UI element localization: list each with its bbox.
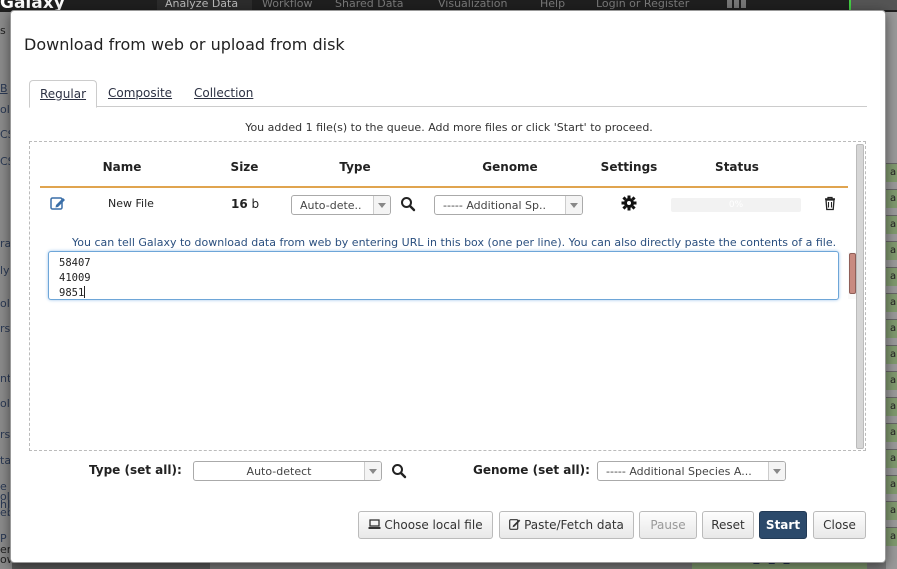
file-size-unit: b bbox=[251, 197, 260, 211]
history-item-label: a bbox=[890, 401, 897, 412]
history-item-label: a bbox=[890, 297, 897, 308]
type-set-all-select[interactable]: Auto-detect bbox=[193, 461, 382, 481]
type-set-all-value: Auto-detect bbox=[246, 465, 312, 478]
column-header-genome: Genome bbox=[482, 160, 538, 174]
history-item[interactable]: a bbox=[886, 449, 897, 468]
file-genome-select[interactable]: ----- Additional Sp.. bbox=[434, 195, 583, 215]
edit-icon[interactable] bbox=[50, 196, 66, 210]
history-item-label: a bbox=[890, 193, 897, 204]
laptop-icon bbox=[368, 519, 381, 529]
history-item-label: a bbox=[890, 453, 897, 464]
paste-line: 41009 bbox=[59, 272, 91, 284]
paste-fetch-data-label: Paste/Fetch data bbox=[524, 518, 624, 532]
history-item[interactable]: a bbox=[886, 423, 897, 442]
upload-dialog: Download from web or upload from disk Re… bbox=[10, 10, 886, 563]
history-item[interactable]: a bbox=[886, 527, 897, 546]
history-item[interactable]: a bbox=[886, 397, 897, 416]
file-size: 16 b bbox=[231, 197, 259, 211]
tab-composite[interactable]: Composite bbox=[98, 80, 182, 107]
history-item-label: a bbox=[890, 167, 897, 178]
genome-set-all-value: ----- Additional Species A... bbox=[606, 465, 752, 478]
edit-icon bbox=[509, 519, 521, 530]
chevron-down-icon bbox=[565, 196, 582, 214]
history-item[interactable]: a bbox=[886, 319, 897, 338]
upload-tabs: Regular Composite Collection bbox=[29, 80, 867, 108]
tool-panel-fragment[interactable]: ol bbox=[0, 103, 10, 116]
genome-set-all-label: Genome (set all): bbox=[473, 463, 590, 477]
trash-icon[interactable] bbox=[822, 195, 838, 211]
reset-button[interactable]: Reset bbox=[702, 511, 754, 539]
column-header-type: Type bbox=[339, 160, 371, 174]
choose-local-file-button[interactable]: Choose local file bbox=[358, 511, 493, 539]
tool-panel-fragment[interactable]: ol bbox=[0, 397, 10, 410]
history-item[interactable]: a bbox=[886, 345, 897, 364]
genome-set-all-select[interactable]: ----- Additional Species A... bbox=[597, 461, 786, 481]
history-item[interactable]: a bbox=[886, 267, 897, 286]
search-icon[interactable] bbox=[391, 463, 407, 479]
history-item[interactable]: a bbox=[886, 241, 897, 260]
history-item-label: a bbox=[890, 479, 897, 490]
history-item-label: a bbox=[890, 427, 897, 438]
chevron-down-icon bbox=[768, 462, 785, 480]
file-type-select[interactable]: Auto-dete.. bbox=[291, 195, 391, 215]
history-item-label: a bbox=[890, 271, 897, 282]
tool-panel-fragment[interactable]: ly bbox=[0, 264, 10, 277]
pause-button[interactable]: Pause bbox=[639, 511, 697, 539]
file-name[interactable]: New File bbox=[108, 197, 154, 210]
url-hint-text: You can tell Galaxy to download data fro… bbox=[72, 236, 837, 249]
tool-panel-fragment[interactable]: ol bbox=[0, 297, 10, 310]
history-item-label: a bbox=[890, 245, 897, 256]
history-item-label: a bbox=[890, 505, 897, 516]
file-size-value: 16 bbox=[231, 197, 248, 211]
paste-fetch-data-button[interactable]: Paste/Fetch data bbox=[499, 511, 634, 539]
search-icon[interactable] bbox=[400, 196, 416, 212]
history-item[interactable]: a bbox=[886, 371, 897, 390]
start-button[interactable]: Start bbox=[759, 511, 807, 539]
column-header-size: Size bbox=[230, 160, 259, 174]
column-header-settings: Settings bbox=[600, 160, 658, 174]
tab-collection[interactable]: Collection bbox=[184, 80, 263, 107]
tool-panel-fragment[interactable]: rs bbox=[0, 322, 10, 335]
queue-message: You added 1 file(s) to the queue. Add mo… bbox=[245, 121, 653, 134]
close-button[interactable]: Close bbox=[813, 511, 866, 539]
tool-panel-fragment[interactable]: B bbox=[0, 82, 8, 95]
paste-content-textarea[interactable]: 58407 41009 9851 bbox=[48, 251, 857, 300]
paste-line: 58407 bbox=[59, 257, 91, 269]
history-item[interactable]: a bbox=[886, 475, 897, 494]
history-item-label: a bbox=[890, 531, 897, 542]
tool-panel-fragment[interactable]: rs bbox=[0, 428, 10, 441]
dialog-title: Download from web or upload from disk bbox=[24, 35, 345, 54]
header-divider bbox=[40, 186, 848, 188]
history-item-label: a bbox=[890, 375, 897, 386]
queue-scrollbar[interactable] bbox=[856, 144, 864, 449]
column-header-status: Status bbox=[715, 160, 759, 174]
history-item-label: a bbox=[890, 323, 897, 334]
file-genome-value: ----- Additional Sp.. bbox=[443, 199, 547, 212]
text-cursor bbox=[84, 286, 86, 298]
scrollbar-thumb[interactable] bbox=[849, 253, 856, 294]
paste-line: 9851 bbox=[59, 287, 85, 299]
chevron-down-icon bbox=[364, 462, 381, 480]
history-item[interactable]: a bbox=[886, 163, 897, 182]
history-item[interactable]: a bbox=[886, 215, 897, 234]
upload-queue-box[interactable]: Name Size Type Genome Settings Status Ne… bbox=[29, 141, 866, 451]
history-item[interactable]: a bbox=[886, 189, 897, 208]
tab-regular[interactable]: Regular bbox=[29, 80, 98, 108]
history-item-label: a bbox=[890, 349, 897, 360]
history-item-label: a bbox=[890, 219, 897, 230]
upload-progress-bar: 0% bbox=[671, 198, 801, 212]
history-item[interactable]: a bbox=[886, 293, 897, 312]
file-type-value: Auto-dete.. bbox=[300, 199, 362, 212]
user-menu[interactable] bbox=[849, 0, 897, 10]
type-set-all-label: Type (set all): bbox=[89, 463, 182, 477]
choose-local-file-label: Choose local file bbox=[384, 518, 483, 532]
gear-icon[interactable] bbox=[621, 195, 637, 211]
column-header-name: Name bbox=[102, 160, 142, 174]
grid-icon[interactable] bbox=[727, 0, 747, 8]
history-item[interactable]: a bbox=[886, 501, 897, 520]
chevron-down-icon bbox=[373, 196, 390, 214]
tool-panel-fragment: s bbox=[0, 24, 6, 37]
